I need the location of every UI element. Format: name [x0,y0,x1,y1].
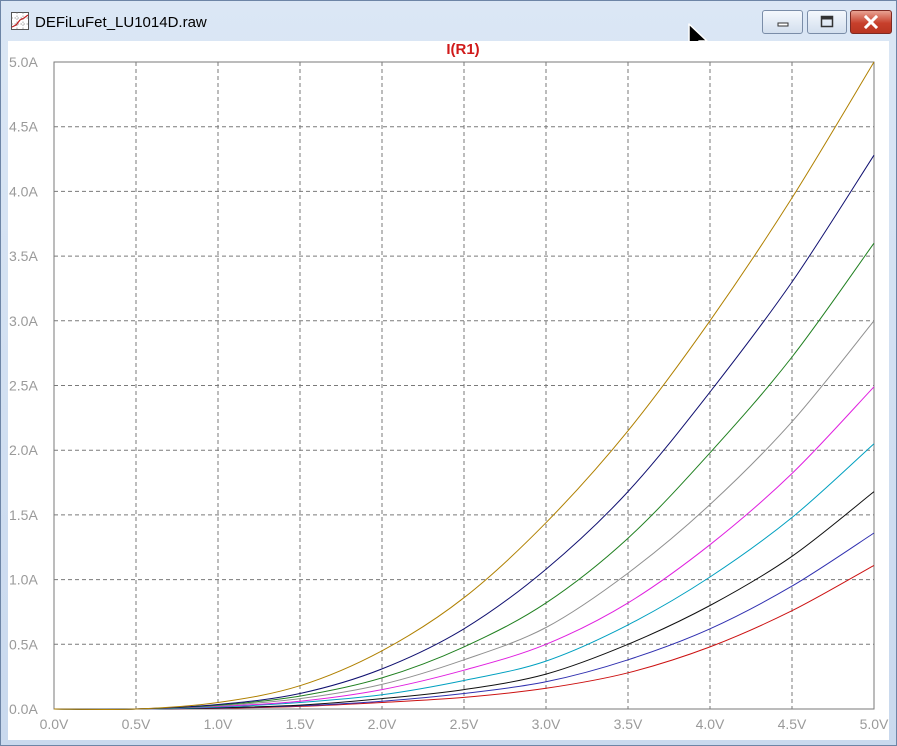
x-tick-label: 0.0V [40,716,69,732]
x-tick-label: 0.5V [122,716,151,732]
x-tick-label: 4.5V [778,716,807,732]
minimize-icon [777,22,788,27]
x-tick-label: 5.0V [860,716,889,732]
title-bar[interactable]: DEFiLuFet_LU1014D.raw [1,1,896,41]
y-tick-label: 3.5A [9,248,38,264]
close-icon [863,15,879,29]
x-tick-label: 3.5V [614,716,643,732]
x-tick-label: 2.0V [368,716,397,732]
y-tick-label: 2.0A [9,442,38,458]
plot-pane[interactable]: I(R1) 0.0V 0.5V 1.0V 1.5V 2.0V 2.5V 3.0V 3.5V 4.… [8,41,889,740]
x-tick-label: 1.0V [204,716,233,732]
window-title: DEFiLuFet_LU1014D.raw [35,14,207,31]
x-tick-label: 3.0V [532,716,561,732]
x-tick-label: 4.0V [696,716,725,732]
minimize-button[interactable] [762,10,803,34]
y-tick-label: 1.5A [9,507,38,523]
maximize-icon [820,15,834,28]
y-tick-label: 3.0A [9,313,38,329]
maximize-button[interactable] [807,10,847,34]
plot-title: I(R1) [446,41,479,58]
y-tick-label: 5.0A [9,54,38,70]
y-tick-label: 1.0A [9,572,38,588]
y-tick-label: 4.0A [9,183,38,199]
x-tick-label: 1.5V [286,716,315,732]
iv-curve-chart[interactable]: I(R1) 0.0V 0.5V 1.0V 1.5V 2.0V 2.5V 3.0V 3.5V 4.… [8,41,889,740]
y-tick-label: 0.0A [9,701,38,717]
y-tick-label: 2.5A [9,378,38,394]
x-tick-label: 2.5V [450,716,479,732]
waveform-app-icon [11,12,29,30]
y-tick-label: 4.5A [9,119,38,135]
y-tick-label: 0.5A [9,636,38,652]
waveform-window: DEFiLuFet_LU1014D.raw I(R1) 0.0V 0.5V 1.0V… [0,0,897,746]
close-button[interactable] [850,10,892,34]
